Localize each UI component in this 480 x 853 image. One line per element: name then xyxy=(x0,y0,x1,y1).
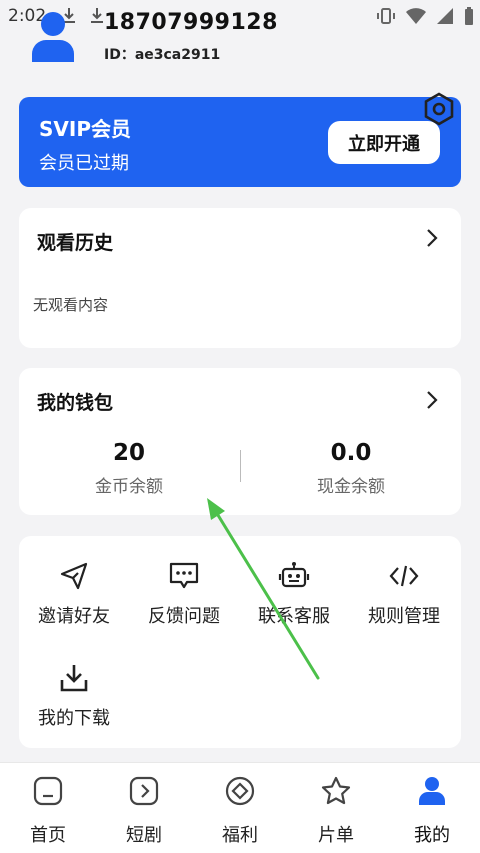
gift-icon xyxy=(225,776,255,806)
wallet-divider xyxy=(240,450,241,482)
wallet-card[interactable]: 我的钱包 20 金币余额 0.0 现金余额 xyxy=(19,368,461,515)
signal-icon xyxy=(437,8,453,24)
chevron-right-icon[interactable] xyxy=(425,228,439,248)
settings-icon[interactable] xyxy=(422,92,456,126)
vip-status: 会员已过期 xyxy=(39,153,129,174)
play-icon xyxy=(129,776,159,806)
nav-welfare[interactable]: 福利 xyxy=(200,775,280,847)
send-icon xyxy=(60,562,88,590)
nav-playlist-label: 片单 xyxy=(318,825,354,846)
nav-mine-label: 我的 xyxy=(414,825,450,846)
robot-icon xyxy=(278,562,310,588)
cash-balance-label: 现金余额 xyxy=(317,477,385,497)
user-icon xyxy=(419,777,445,805)
my-downloads-button[interactable]: 我的下载 xyxy=(19,662,129,730)
rules-label: 规则管理 xyxy=(368,606,440,627)
rules-button[interactable]: 规则管理 xyxy=(349,560,459,628)
invite-friends-button[interactable]: 邀请好友 xyxy=(19,560,129,628)
watch-history-card[interactable]: 观看历史 无观看内容 xyxy=(19,208,461,348)
customer-service-label: 联系客服 xyxy=(258,606,330,627)
nav-welfare-label: 福利 xyxy=(222,825,258,846)
customer-service-button[interactable]: 联系客服 xyxy=(239,560,349,628)
coin-balance-value: 20 xyxy=(112,440,145,466)
status-icons xyxy=(376,6,474,26)
chevron-right-icon[interactable] xyxy=(425,390,439,410)
my-downloads-label: 我的下载 xyxy=(38,708,110,729)
coin-balance-label: 金币余额 xyxy=(95,477,163,497)
watch-history-title: 观看历史 xyxy=(37,232,114,254)
nav-short-drama[interactable]: 短剧 xyxy=(104,775,184,847)
nav-playlist[interactable]: 片单 xyxy=(296,775,376,847)
nav-short-drama-label: 短剧 xyxy=(126,825,162,846)
tools-card: 邀请好友 反馈问题 联系客服 规则管理 我的下载 xyxy=(19,536,461,748)
feedback-button[interactable]: 反馈问题 xyxy=(129,560,239,628)
history-empty-text: 无观看内容 xyxy=(33,296,109,314)
activate-vip-button[interactable]: 立即开通 xyxy=(328,121,440,164)
home-icon xyxy=(33,776,63,806)
vibrate-icon xyxy=(377,8,395,24)
coin-balance[interactable]: 20 金币余额 xyxy=(29,440,229,497)
bottom-nav: 首页 短剧 福利 片单 我的 xyxy=(0,762,480,853)
star-icon xyxy=(321,776,351,805)
user-phone: 18707999128 xyxy=(104,10,278,35)
vip-card: SVIP会员 会员已过期 立即开通 xyxy=(19,97,461,187)
code-icon xyxy=(389,565,419,587)
cash-balance[interactable]: 0.0 现金余额 xyxy=(251,440,451,497)
user-id: ID：ae3ca2911 xyxy=(104,47,221,63)
feedback-icon xyxy=(169,562,199,589)
download-icon xyxy=(60,665,88,692)
battery-icon xyxy=(465,7,473,25)
vip-title: SVIP会员 xyxy=(39,117,131,141)
avatar[interactable] xyxy=(30,10,76,62)
wallet-title: 我的钱包 xyxy=(37,392,114,414)
wifi-icon xyxy=(406,8,426,24)
nav-home[interactable]: 首页 xyxy=(8,775,88,847)
cash-balance-value: 0.0 xyxy=(330,440,372,466)
nav-home-label: 首页 xyxy=(30,825,66,846)
invite-friends-label: 邀请好友 xyxy=(38,606,110,627)
feedback-label: 反馈问题 xyxy=(148,606,220,627)
nav-mine[interactable]: 我的 xyxy=(392,775,472,847)
